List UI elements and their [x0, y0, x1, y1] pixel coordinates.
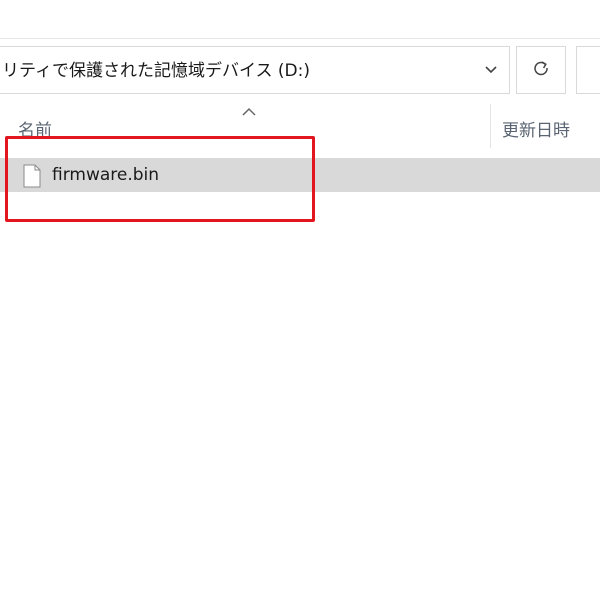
search-input[interactable] — [576, 46, 600, 94]
chevron-down-icon[interactable] — [473, 47, 509, 93]
file-name[interactable]: firmware.bin — [52, 158, 159, 192]
file-row[interactable]: firmware.bin — [0, 158, 600, 192]
address-path[interactable]: リティで保護された記憶域デバイス (D:) — [2, 47, 462, 95]
column-header-name[interactable]: 名前 — [18, 116, 52, 141]
address-bar[interactable]: リティで保護された記憶域デバイス (D:) — [0, 46, 510, 94]
sort-up-icon — [240, 104, 258, 118]
column-header-date[interactable]: 更新日時 — [502, 116, 570, 141]
title-strip — [0, 0, 600, 39]
refresh-icon — [532, 59, 550, 81]
refresh-button[interactable] — [516, 46, 566, 94]
column-divider[interactable] — [490, 104, 491, 148]
file-icon — [22, 164, 42, 188]
file-explorer-window: リティで保護された記憶域デバイス (D:) 名前 更新日時 firmware.b… — [0, 0, 600, 600]
